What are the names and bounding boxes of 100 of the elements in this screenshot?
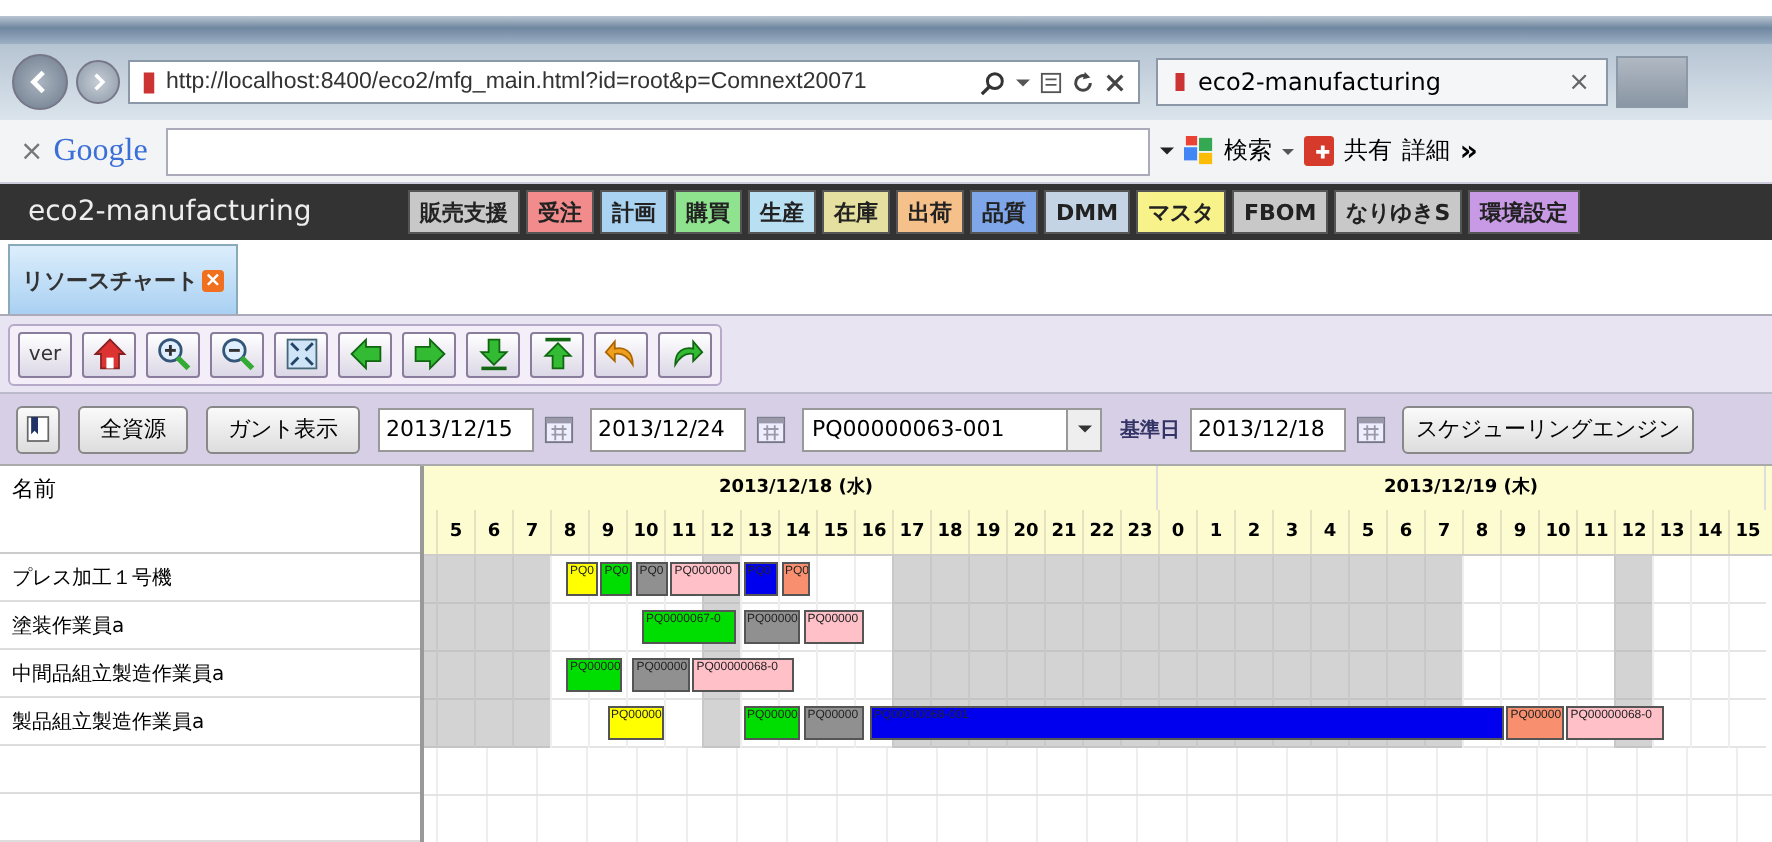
base-date-label: 基準日 [1120,417,1180,443]
menu-tab[interactable]: なりゆきS [1334,190,1463,234]
menu-tab[interactable]: 在庫 [822,190,890,234]
calendar-icon[interactable] [756,414,786,444]
menu-tab[interactable]: 購買 [674,190,742,234]
hour-label: 2 [1247,522,1261,542]
menu-tab[interactable]: 環境設定 [1468,190,1581,234]
google-logo: Google [53,133,148,169]
more-button[interactable]: 詳細 [1401,134,1450,168]
address-bar[interactable]: http://localhost:8400/eco2/mfg_main.html?id=root&p=Comnext20071 [128,60,1140,104]
share-button[interactable]: 共有 [1343,134,1392,168]
arrow-up-button[interactable] [530,331,584,377]
undo-arrow-icon [603,336,639,372]
scheduling-engine-button[interactable]: スケジューリングエンジン [1402,405,1694,453]
hour-label: 10 [1545,522,1571,542]
chevron-button[interactable]: » [1459,135,1478,167]
calendar-icon[interactable] [544,414,574,444]
close-icon[interactable] [1104,71,1126,93]
hour-label: 20 [1013,522,1039,542]
base-date-field[interactable]: 2013/12/18 [1190,407,1346,451]
app-title: eco2-manufacturing [28,196,314,228]
zoom-in-button[interactable] [146,331,200,377]
hour-label: 15 [823,522,849,542]
hour-label: 9 [1513,522,1527,542]
menu-tab[interactable]: 販売支援 [408,190,520,234]
arrow-left-icon [347,336,383,372]
menu-tab[interactable]: 品質 [970,190,1038,234]
hour-label: 16 [861,522,887,542]
hour-label: 9 [601,522,615,542]
home-button[interactable] [82,331,136,377]
arrow-down-icon [475,336,511,372]
date-header: 2013/12/18 (水) [718,478,874,498]
undo-button[interactable] [594,331,648,377]
compatibility-icon[interactable] [1040,71,1062,93]
hour-label: 19 [975,522,1001,542]
all-resources-button[interactable]: 全資源 [78,405,188,453]
menu-tab[interactable]: マスタ [1136,190,1227,234]
bookmark-button[interactable] [16,405,60,453]
start-date-field[interactable]: 2013/12/15 [378,407,534,451]
tiles-icon [1183,136,1214,166]
search-icon[interactable] [980,69,1006,95]
hour-label: 0 [1171,522,1185,542]
order-select[interactable]: PQ00000063-001 [802,407,1102,451]
end-date-field[interactable]: 2013/12/24 [590,407,746,451]
back-button[interactable] [12,54,68,110]
zoom-in-icon [155,336,191,372]
redo-button[interactable] [658,331,712,377]
zoom-out-icon [219,336,255,372]
hour-label: 15 [1735,522,1761,542]
browser-tab[interactable]: eco2-manufacturing × [1156,58,1608,106]
menu-tab[interactable]: DMM [1044,190,1131,234]
hour-label: 5 [1361,522,1375,542]
hour-label: 11 [671,522,697,542]
menu-tab[interactable]: 生産 [748,190,816,234]
menu-tab[interactable]: 出荷 [896,190,964,234]
hour-label: 5 [449,522,463,542]
house-icon [91,336,127,372]
zoom-out-button[interactable] [210,331,264,377]
hour-label: 14 [1697,522,1723,542]
version-button[interactable]: ver [18,331,72,377]
date-header: 2013/12/19 (木) [1383,478,1539,498]
arrow-down-button[interactable] [466,331,520,377]
hour-label: 12 [1621,522,1647,542]
resource-name: 中間品組立製造作業員a [12,661,225,687]
hour-label: 7 [1437,522,1451,542]
resource-name: 塗装作業員a [12,613,125,639]
tab[interactable]: リソースチャート × [8,244,238,314]
search-button[interactable]: 検索 [1223,134,1272,168]
dropdown-icon[interactable] [1016,75,1030,89]
search-field[interactable] [165,127,1150,175]
resource-name: 製品組立製造作業員a [12,709,205,735]
bookmark-icon [26,414,50,444]
arrow-right-icon [411,336,447,372]
hour-label: 4 [1323,522,1337,542]
toolbar-close-button[interactable]: × [20,135,44,167]
menu-tab[interactable]: FBOM [1232,190,1329,234]
menu-tab[interactable]: 計画 [600,190,668,234]
arrow-right-button[interactable] [402,331,456,377]
arrow-left-button[interactable] [338,331,392,377]
calendar-icon[interactable] [1356,414,1386,444]
tab-title: eco2-manufacturing [1198,68,1444,96]
hour-label: 8 [563,522,577,542]
hour-label: 6 [487,522,501,542]
tab-label: リソースチャート [22,265,198,295]
dropdown-icon[interactable] [1281,145,1294,157]
menu-tab[interactable]: 受注 [526,190,594,234]
hour-label: 6 [1399,522,1413,542]
forward-button[interactable] [76,60,120,104]
hour-label: 1 [1209,522,1223,542]
dropdown-icon [1077,422,1091,436]
page-icon [1174,70,1186,94]
refresh-icon[interactable] [1072,71,1094,93]
fit-screen-button[interactable] [274,331,328,377]
hour-label: 13 [1659,522,1685,542]
hour-label: 18 [937,522,963,542]
hour-label: 17 [899,522,925,542]
plus-icon [1303,136,1334,166]
tab-close-button[interactable]: × [1568,67,1590,97]
gantt-view-button[interactable]: ガント表示 [206,405,360,453]
dropdown-icon[interactable] [1159,144,1174,158]
